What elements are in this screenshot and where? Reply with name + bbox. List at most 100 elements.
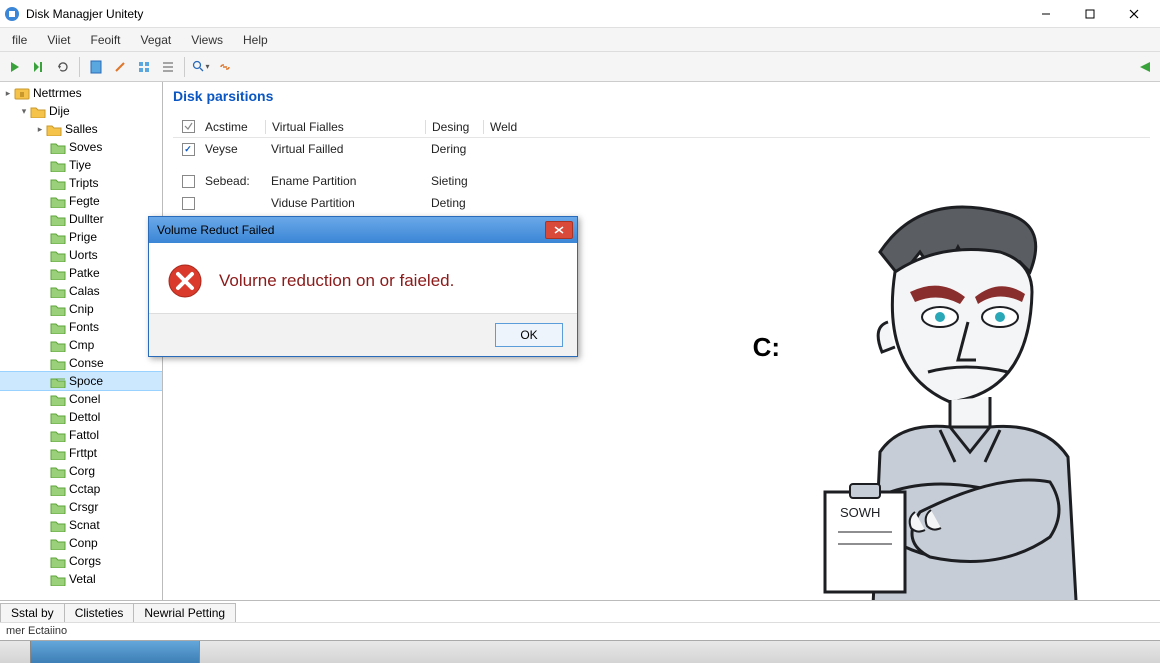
cell-c: Deting: [425, 196, 483, 210]
tree-item-label: Conse: [69, 356, 104, 370]
content-heading: Disk parsitions: [163, 82, 1160, 110]
folder-icon: [50, 141, 66, 154]
table-row[interactable]: VeyseVirtual FailledDering: [173, 138, 1150, 160]
folder-icon: [50, 285, 66, 298]
dialog-close-button[interactable]: [545, 221, 573, 239]
table-row[interactable]: Sebead:Ename PartitionSieting: [173, 170, 1150, 192]
sidebar-tree[interactable]: ▸ Nettrmes ▾ Dije ▸ Salles Soves Tiye Trip…: [0, 82, 163, 600]
tree-root[interactable]: ▸ Nettrmes: [0, 84, 162, 102]
row-checkbox[interactable]: [182, 143, 195, 156]
tree-item[interactable]: Conse: [0, 354, 162, 372]
menu-vegat[interactable]: Vegat: [131, 30, 182, 50]
statusbar: mer Ectaiino: [0, 622, 1160, 640]
tree-item[interactable]: Fegte: [0, 192, 162, 210]
dialog-titlebar[interactable]: Volume Reduct Failed: [149, 217, 577, 243]
col-acstime[interactable]: Acstime: [203, 120, 265, 134]
maximize-button[interactable]: [1068, 2, 1112, 26]
tree-item[interactable]: Vetal: [0, 570, 162, 588]
tree-item[interactable]: Soves: [0, 138, 162, 156]
tb-find-icon[interactable]: ▾: [190, 56, 212, 78]
tree-item-label: Dettol: [69, 410, 100, 424]
tb-link-icon[interactable]: [214, 56, 236, 78]
cell-b: Virtual Failled: [265, 142, 425, 156]
tree-item[interactable]: Scnat: [0, 516, 162, 534]
menu-views[interactable]: Views: [181, 30, 233, 50]
folder-icon: [50, 195, 66, 208]
status-tab-1[interactable]: Clisteties: [64, 603, 135, 622]
tree-item-label: Tiye: [69, 158, 91, 172]
tree-item[interactable]: Corgs: [0, 552, 162, 570]
chevron-right-icon[interactable]: ▸: [2, 88, 14, 99]
folder-icon: [50, 303, 66, 316]
tree-item[interactable]: Uorts: [0, 246, 162, 264]
tree-item-label: Uorts: [69, 248, 98, 262]
cartoon-illustration: SOWH: [800, 192, 1140, 600]
row-checkbox[interactable]: [182, 175, 195, 188]
chevron-down-icon[interactable]: ▾: [18, 106, 30, 117]
tree-item-label: Calas: [69, 284, 100, 298]
tree-item[interactable]: Dullter: [0, 210, 162, 228]
tree-item[interactable]: Crsgr: [0, 498, 162, 516]
tb-list-icon[interactable]: [157, 56, 179, 78]
folder-icon: [50, 573, 66, 586]
menu-file[interactable]: file: [2, 30, 37, 50]
tree-item[interactable]: Frttpt: [0, 444, 162, 462]
tb-refresh-icon[interactable]: [52, 56, 74, 78]
tree-item[interactable]: Tiye: [0, 156, 162, 174]
folder-icon: [50, 393, 66, 406]
tree-item[interactable]: Fattol: [0, 426, 162, 444]
row-checkbox[interactable]: [182, 197, 195, 210]
tb-doc-icon[interactable]: [85, 56, 107, 78]
chevron-right-icon[interactable]: ▸: [34, 124, 46, 135]
tree-item-label: Fegte: [69, 194, 100, 208]
status-tab-2[interactable]: Newrial Petting: [133, 603, 236, 622]
tree-item[interactable]: Calas: [0, 282, 162, 300]
tree-item[interactable]: Fonts: [0, 318, 162, 336]
folder-icon: [46, 123, 62, 136]
folder-icon: [30, 105, 46, 118]
folder-icon: [50, 267, 66, 280]
tree-item[interactable]: Corg: [0, 462, 162, 480]
tree-item[interactable]: Cnip: [0, 300, 162, 318]
dialog-ok-button[interactable]: OK: [495, 323, 563, 347]
folder-icon: [50, 411, 66, 424]
tree-item[interactable]: Dettol: [0, 408, 162, 426]
col-weld[interactable]: Weld: [483, 120, 543, 134]
tb-step-icon[interactable]: [28, 56, 50, 78]
tree-item-selected[interactable]: Spoce: [0, 372, 162, 390]
tb-play-icon[interactable]: [4, 56, 26, 78]
folder-icon: [50, 555, 66, 568]
tree-item[interactable]: Tripts: [0, 174, 162, 192]
tb-edit-icon[interactable]: [109, 56, 131, 78]
menu-viiet[interactable]: Viiet: [37, 30, 80, 50]
col-desing[interactable]: Desing: [425, 120, 483, 134]
drive-letter-label: C:: [753, 332, 780, 363]
tree-item[interactable]: Conel: [0, 390, 162, 408]
folder-icon: [50, 213, 66, 226]
folder-icon: [50, 501, 66, 514]
tree-item[interactable]: Patke: [0, 264, 162, 282]
titlebar: Disk Managjer Unitety: [0, 0, 1160, 28]
taskbar-active-task[interactable]: [30, 641, 200, 663]
status-tab-0[interactable]: Sstal by: [0, 603, 65, 622]
tree-item[interactable]: Cctap: [0, 480, 162, 498]
dialog-title: Volume Reduct Failed: [157, 223, 545, 237]
tree-dije[interactable]: ▾ Dije: [0, 102, 162, 120]
menu-feoift[interactable]: Feoift: [80, 30, 130, 50]
folder-icon: [50, 429, 66, 442]
tb-grid-icon[interactable]: [133, 56, 155, 78]
tree-item[interactable]: Prige: [0, 228, 162, 246]
tree-item[interactable]: Conp: [0, 534, 162, 552]
col-virtual[interactable]: Virtual Fialles: [265, 120, 425, 134]
menu-help[interactable]: Help: [233, 30, 278, 50]
tb-back-arrow-icon[interactable]: [1134, 56, 1156, 78]
tree-item-label: Fonts: [69, 320, 99, 334]
tree-salles[interactable]: ▸ Salles: [0, 120, 162, 138]
folder-icon: [50, 339, 66, 352]
header-checkbox[interactable]: [182, 120, 195, 133]
minimize-button[interactable]: [1024, 2, 1068, 26]
tree-item-label: Cmp: [69, 338, 94, 352]
close-button[interactable]: [1112, 2, 1156, 26]
tree-item-label: Frttpt: [69, 446, 97, 460]
tree-item[interactable]: Cmp: [0, 336, 162, 354]
